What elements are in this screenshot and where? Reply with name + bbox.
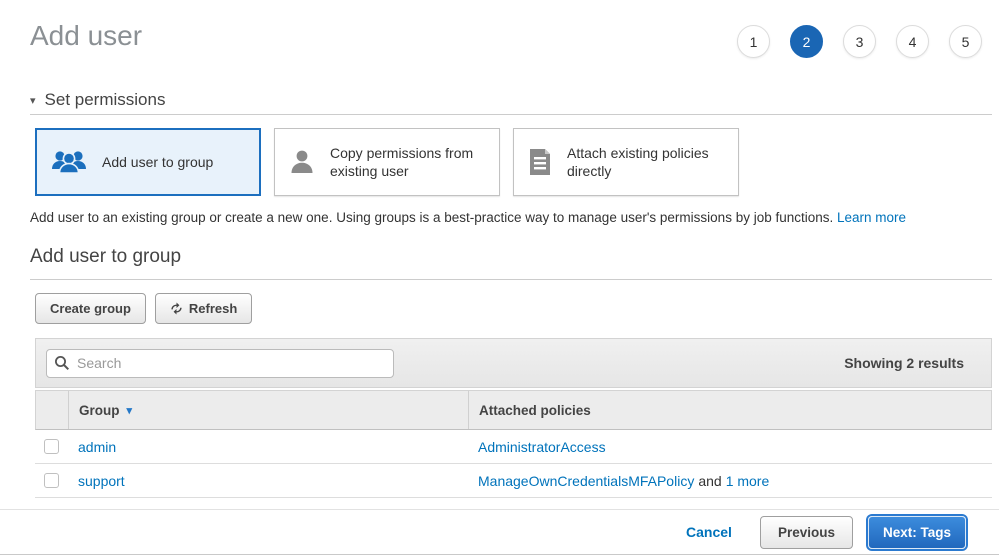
learn-more-link[interactable]: Learn more xyxy=(837,210,906,225)
refresh-icon xyxy=(170,302,183,315)
search-input[interactable] xyxy=(46,349,394,378)
permission-option-cards: Add user to group Copy permissions from … xyxy=(35,128,739,196)
add-user-to-group-title: Add user to group xyxy=(30,246,181,268)
step-5: 5 xyxy=(949,25,982,58)
create-group-label: Create group xyxy=(50,301,131,316)
group-description: Add user to an existing group or create … xyxy=(30,210,906,225)
search-icon xyxy=(54,355,70,371)
group-cell: admin xyxy=(68,430,468,463)
card-label: Add user to group xyxy=(102,153,213,171)
refresh-button[interactable]: Refresh xyxy=(155,293,252,324)
table-toolbar: Showing 2 results xyxy=(35,338,992,388)
step-1: 1 xyxy=(737,25,770,58)
policy-link[interactable]: ManageOwnCredentialsMFAPolicy xyxy=(478,473,694,489)
collapse-caret-icon: ▾ xyxy=(30,94,36,107)
column-header-policies: Attached policies xyxy=(469,391,991,429)
card-copy-permissions[interactable]: Copy permissions from existing user xyxy=(274,128,500,196)
wizard-footer: Cancel Previous Next: Tags xyxy=(0,509,999,555)
sort-desc-icon: ▾ xyxy=(127,404,133,417)
step-3: 3 xyxy=(843,25,876,58)
header-checkbox-cell xyxy=(36,391,69,429)
more-policies-link[interactable]: 1 more xyxy=(726,473,770,489)
column-header-group[interactable]: Group ▾ xyxy=(69,391,469,429)
search-box xyxy=(46,349,394,378)
divider xyxy=(30,114,992,115)
row-checkbox[interactable] xyxy=(44,473,59,488)
card-label: Copy permissions from existing user xyxy=(330,144,487,180)
group-column-label: Group xyxy=(79,403,120,418)
table-actions: Create group Refresh xyxy=(35,293,252,324)
refresh-label: Refresh xyxy=(189,301,237,316)
groups-table: Showing 2 results Group ▾ Attached polic… xyxy=(35,338,992,498)
policies-column-label: Attached policies xyxy=(479,403,591,418)
policies-cell: ManageOwnCredentialsMFAPolicy and 1 more xyxy=(468,464,992,497)
description-text: Add user to an existing group or create … xyxy=(30,210,837,225)
table-row: support ManageOwnCredentialsMFAPolicy an… xyxy=(35,464,992,498)
page-title: Add user xyxy=(30,20,142,52)
policies-cell: AdministratorAccess xyxy=(468,430,992,463)
divider xyxy=(30,279,992,280)
group-cell: support xyxy=(68,464,468,497)
row-checkbox-cell xyxy=(35,464,68,497)
card-label: Attach existing policies directly xyxy=(567,144,726,180)
set-permissions-header[interactable]: ▾ Set permissions xyxy=(30,90,165,110)
document-icon xyxy=(526,147,554,177)
create-group-button[interactable]: Create group xyxy=(35,293,146,324)
previous-button[interactable]: Previous xyxy=(760,516,853,549)
card-add-user-to-group[interactable]: Add user to group xyxy=(35,128,261,196)
table-row: admin AdministratorAccess xyxy=(35,430,992,464)
next-tags-button[interactable]: Next: Tags xyxy=(868,516,966,549)
row-checkbox[interactable] xyxy=(44,439,59,454)
add-user-page: Add user 1 2 3 4 5 ▾ Set permissions Add… xyxy=(0,0,999,557)
step-4: 4 xyxy=(896,25,929,58)
card-attach-policies[interactable]: Attach existing policies directly xyxy=(513,128,739,196)
table-header-row: Group ▾ Attached policies xyxy=(35,390,992,430)
set-permissions-label: Set permissions xyxy=(45,90,166,110)
results-count: Showing 2 results xyxy=(844,355,964,371)
policy-link[interactable]: AdministratorAccess xyxy=(478,439,606,455)
group-link-admin[interactable]: admin xyxy=(78,439,116,455)
cancel-link[interactable]: Cancel xyxy=(686,524,732,540)
row-checkbox-cell xyxy=(35,430,68,463)
user-icon xyxy=(287,147,317,177)
policy-join-text: and xyxy=(698,473,721,489)
wizard-steps: 1 2 3 4 5 xyxy=(737,25,982,58)
group-link-support[interactable]: support xyxy=(78,473,125,489)
group-icon xyxy=(49,148,89,176)
step-2-active: 2 xyxy=(790,25,823,58)
